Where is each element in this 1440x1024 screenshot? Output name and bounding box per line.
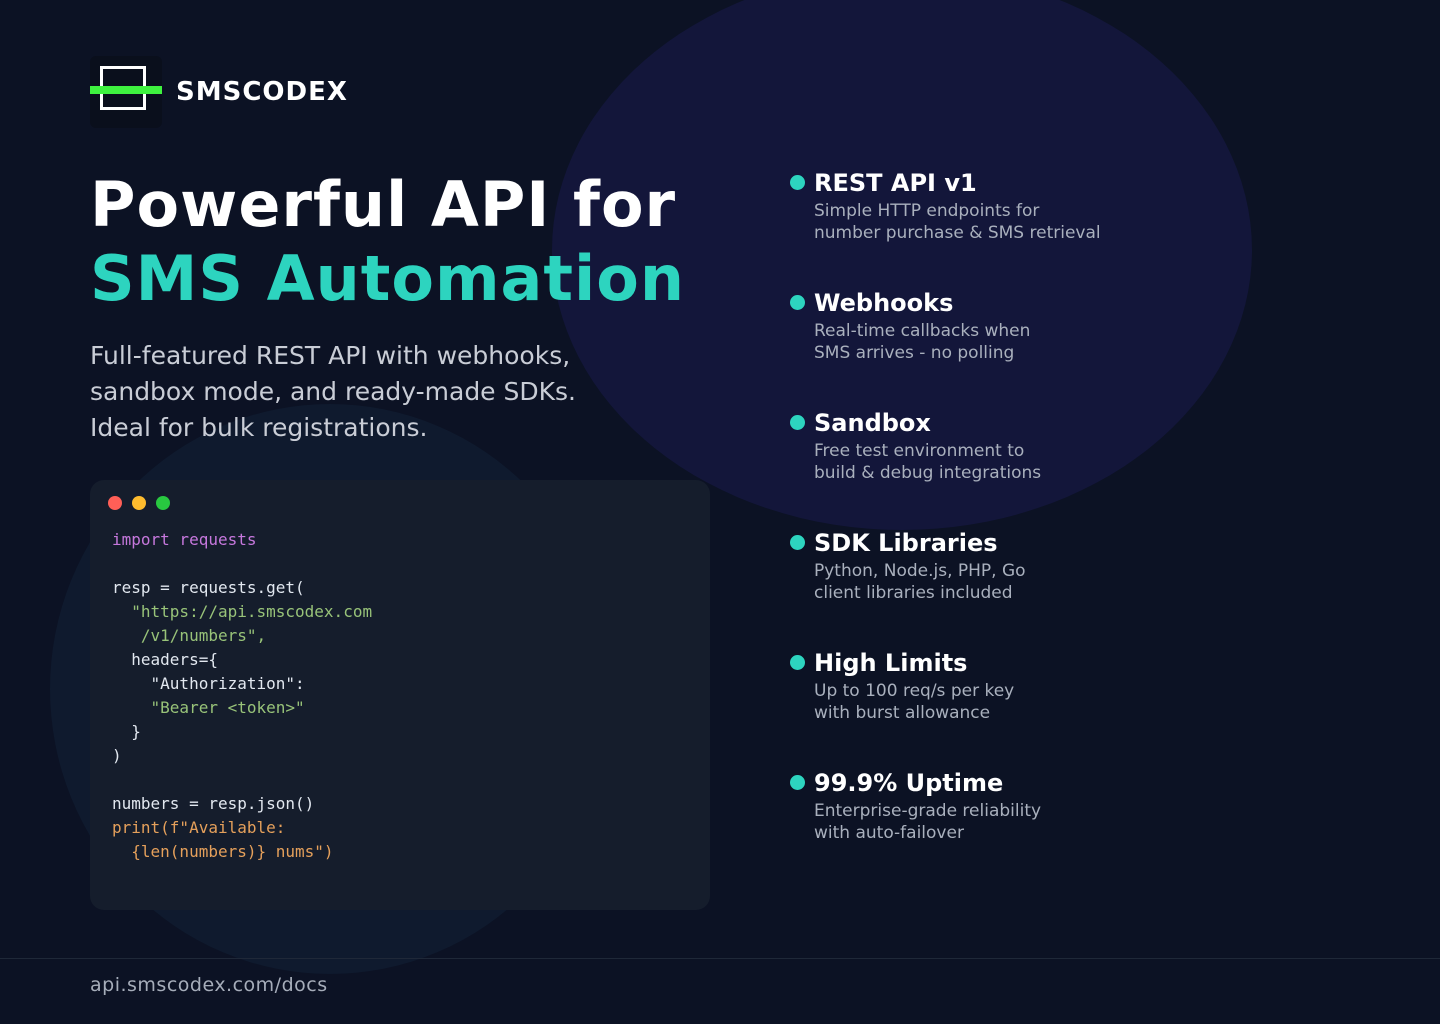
feature-description: Free test environment to build & debug i… (814, 440, 1134, 484)
code-line: "Bearer <token>" (112, 698, 305, 717)
code-line: resp = requests.get( (112, 578, 305, 597)
feature-description: Simple HTTP endpoints for number purchas… (814, 200, 1134, 244)
docs-link[interactable]: api.smscodex.com/docs (90, 974, 328, 996)
feature-description-line: with auto-failover (814, 823, 964, 843)
brand[interactable]: SMSCODEX (90, 56, 348, 128)
feature-description-line: SMS arrives - no polling (814, 343, 1015, 363)
feature-description-line: build & debug integrations (814, 463, 1042, 483)
code-line: "Authorization": (112, 674, 305, 693)
bullet-icon (790, 295, 805, 310)
feature-description-line: Up to 100 req/s per key (814, 681, 1015, 701)
maximize-dot-icon (156, 496, 170, 510)
bullet-icon (790, 655, 805, 670)
code-line: /v1/numbers", (112, 626, 267, 645)
feature-description: Python, Node.js, PHP, Go client librarie… (814, 560, 1134, 604)
subtitle: Full-featured REST API with webhooks, sa… (90, 341, 576, 442)
code-line: } (112, 722, 141, 741)
feature-description-line: Simple HTTP endpoints for (814, 201, 1040, 221)
bullet-icon (790, 775, 805, 790)
feature-description-line: Free test environment to (814, 441, 1025, 461)
feature-item: High Limits Up to 100 req/s per key with… (790, 648, 1134, 768)
code-line: print(f"Available: (112, 818, 286, 837)
feature-description-line: Python, Node.js, PHP, Go (814, 561, 1026, 581)
title-line-1: Powerful API for (90, 168, 677, 241)
code-line: import requests (112, 530, 257, 549)
feature-title: Sandbox (814, 409, 931, 437)
code-line: ) (112, 746, 122, 765)
feature-description-line: with burst allowance (814, 703, 991, 723)
footer-divider (0, 958, 1440, 959)
feature-item: REST API v1 Simple HTTP endpoints for nu… (790, 168, 1134, 288)
brand-name: SMSCODEX (176, 77, 348, 107)
feature-description: Enterprise-grade reliability with auto-f… (814, 800, 1134, 844)
feature-title: Webhooks (814, 289, 954, 317)
feature-title: 99.9% Uptime (814, 769, 1004, 797)
window-controls (108, 496, 170, 510)
feature-item: Sandbox Free test environment to build &… (790, 408, 1134, 528)
title-line-2: SMS Automation (90, 242, 686, 315)
feature-description-line: number purchase & SMS retrieval (814, 223, 1101, 243)
feature-description: Real-time callbacks when SMS arrives - n… (814, 320, 1134, 364)
feature-item: SDK Libraries Python, Node.js, PHP, Go c… (790, 528, 1134, 648)
page-title: Powerful API for SMS Automation (90, 168, 685, 316)
feature-title: High Limits (814, 649, 968, 677)
code-block: import requests resp = requests.get( "htt… (112, 528, 372, 864)
logo-icon (90, 56, 162, 128)
code-line: numbers = resp.json() (112, 794, 315, 813)
code-line: {len(numbers)} nums") (112, 842, 334, 861)
feature-title: SDK Libraries (814, 529, 998, 557)
code-window: import requests resp = requests.get( "htt… (90, 480, 710, 910)
code-line: "https://api.smscodex.com (112, 602, 373, 621)
feature-item: Webhooks Real-time callbacks when SMS ar… (790, 288, 1134, 408)
feature-description-line: client libraries included (814, 583, 1013, 603)
code-line: headers={ (112, 650, 218, 669)
feature-list: REST API v1 Simple HTTP endpoints for nu… (790, 168, 1134, 888)
feature-title: REST API v1 (814, 169, 977, 197)
bullet-icon (790, 175, 805, 190)
minimize-dot-icon (132, 496, 146, 510)
feature-description-line: Enterprise-grade reliability (814, 801, 1042, 821)
bullet-icon (790, 535, 805, 550)
feature-item: 99.9% Uptime Enterprise-grade reliabilit… (790, 768, 1134, 888)
feature-description-line: Real-time callbacks when (814, 321, 1031, 341)
feature-description: Up to 100 req/s per key with burst allow… (814, 680, 1134, 724)
close-dot-icon (108, 496, 122, 510)
bullet-icon (790, 415, 805, 430)
